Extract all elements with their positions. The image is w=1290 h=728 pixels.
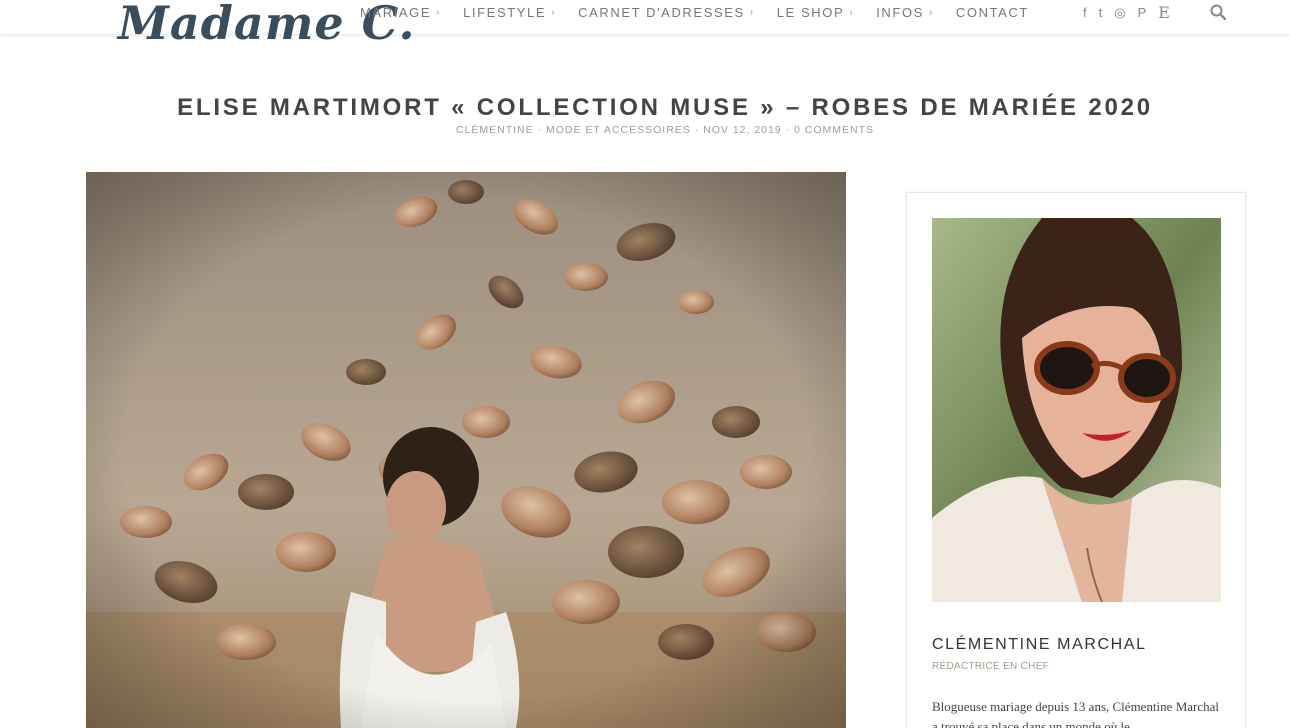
author-photo	[932, 218, 1221, 602]
nav-item-lifestyle[interactable]: LIFESTYLE ›	[463, 5, 556, 20]
post-title: ELISE MARTIMORT « COLLECTION MUSE » – RO…	[177, 94, 1153, 121]
featured-image	[86, 172, 846, 728]
post-category-link[interactable]: MODE ET ACCESSOIRES	[546, 124, 691, 136]
author-bio: Blogueuse mariage depuis 13 ans, Clément…	[932, 699, 1220, 728]
post-meta: CLÉMENTINE · MODE ET ACCESSOIRES · NOV 1…	[0, 124, 1290, 136]
nav-item-label: LE SHOP	[776, 5, 845, 20]
post-author-link[interactable]: CLÉMENTINE	[456, 124, 534, 136]
nav-item-label: MARIAGE	[360, 5, 432, 20]
nav-item-label: LIFESTYLE	[463, 5, 547, 20]
nav-item-mariage[interactable]: MARIAGE ›	[360, 5, 441, 20]
nav-item-carnet[interactable]: CARNET D'ADRESSES ›	[578, 5, 755, 20]
pinterest-icon[interactable]: P	[1138, 5, 1147, 20]
meta-separator: ·	[785, 124, 791, 136]
page: Madame C. MARIAGE › LIFESTYLE › CARNET D…	[0, 0, 1290, 728]
author-photo-illustration	[932, 218, 1221, 602]
etsy-icon[interactable]: E	[1158, 3, 1170, 22]
nav-item-label: CONTACT	[955, 5, 1029, 20]
featured-image-illustration	[86, 172, 846, 728]
chevron-right-icon: ›	[436, 7, 442, 18]
author-widget: CLÉMENTINE MARCHAL RÉDACTRICE EN CHEF Bl…	[906, 192, 1246, 728]
facebook-icon[interactable]: f	[1083, 5, 1087, 20]
post-comments-link[interactable]: 0 COMMENTS	[794, 124, 874, 136]
author-name: CLÉMENTINE MARCHAL	[932, 636, 1147, 653]
nav-item-infos[interactable]: INFOS ›	[876, 5, 934, 20]
chevron-right-icon: ›	[749, 7, 755, 18]
nav-item-shop[interactable]: LE SHOP ›	[777, 5, 855, 20]
chevron-right-icon: ›	[551, 7, 557, 18]
instagram-icon[interactable]: ◎	[1114, 5, 1125, 21]
post-date: NOV 12, 2019	[703, 124, 782, 136]
nav-item-label: CARNET D'ADRESSES	[578, 5, 745, 20]
nav-item-label: INFOS	[876, 5, 924, 20]
search-icon[interactable]	[1210, 4, 1226, 20]
author-role: RÉDACTRICE EN CHEF	[932, 661, 1050, 672]
meta-separator: ·	[694, 124, 700, 136]
twitter-icon[interactable]: t	[1099, 5, 1103, 20]
nav-item-contact[interactable]: CONTACT	[956, 5, 1029, 20]
chevron-right-icon: ›	[928, 7, 934, 18]
chevron-right-icon: ›	[849, 7, 855, 18]
main-nav: MARIAGE › LIFESTYLE › CARNET D'ADRESSES …	[360, 5, 1051, 20]
social-links: f t ◎ P E	[1083, 3, 1182, 22]
meta-separator: ·	[537, 124, 543, 136]
